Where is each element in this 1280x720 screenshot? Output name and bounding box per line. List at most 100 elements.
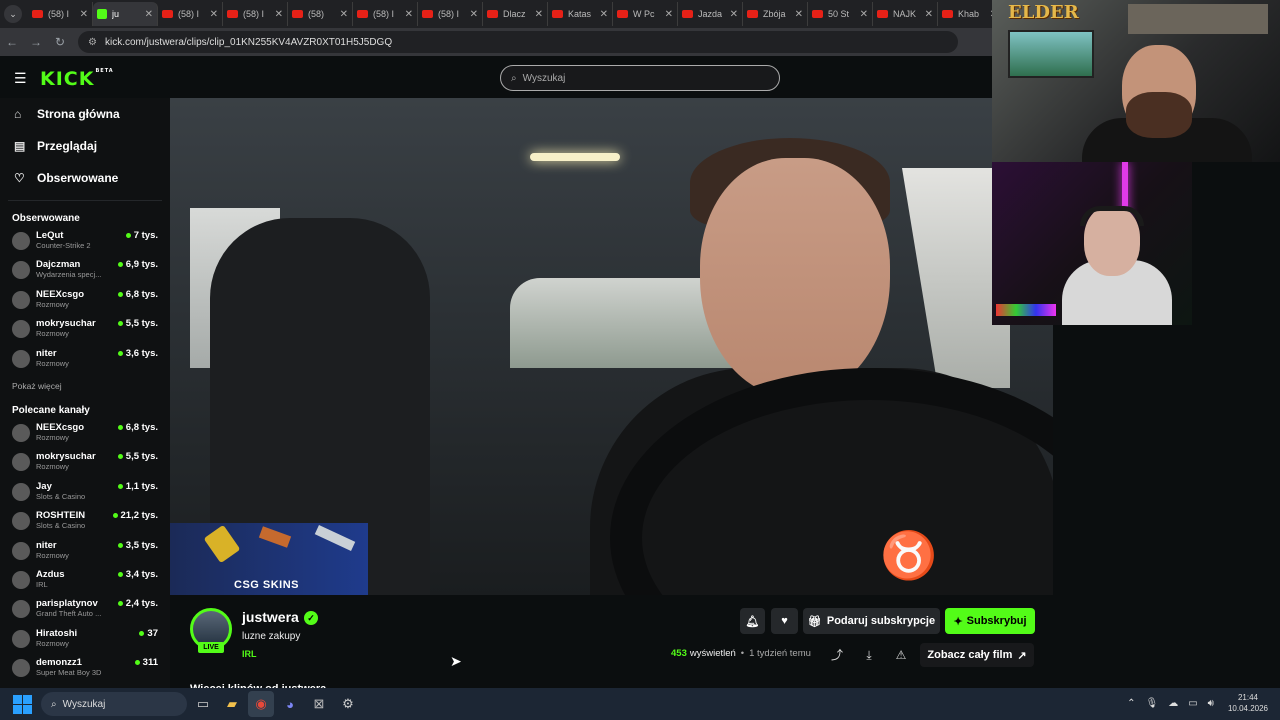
show-more-link[interactable]: Pokaż więcej bbox=[0, 375, 170, 401]
close-icon[interactable]: ✕ bbox=[80, 9, 88, 20]
viewer-count: 311 bbox=[134, 657, 158, 668]
browser-tab[interactable]: (58) I ✕ bbox=[158, 2, 223, 26]
followed-list: LeQut Counter-Strike 2 7 tys. Dajczman Wydar… bbox=[0, 228, 170, 375]
channel-name: Jay bbox=[36, 480, 52, 492]
viewer-count-text: 5,5 tys. bbox=[125, 318, 158, 330]
close-icon[interactable]: ✕ bbox=[275, 9, 283, 20]
video-player[interactable]: ♉ bbox=[170, 98, 1053, 595]
browser-tab[interactable]: (58) I ✕ bbox=[353, 2, 418, 26]
ceiling-light bbox=[530, 153, 620, 161]
browser-tab[interactable]: (58) I ✕ bbox=[418, 2, 483, 26]
search-input[interactable]: ⌕ Wyszukaj bbox=[500, 65, 780, 91]
monitor-icon[interactable]: ▭ bbox=[1188, 698, 1197, 709]
channel-info: niter Rozmowy bbox=[36, 540, 118, 560]
channel-name: mokrysuchar bbox=[36, 451, 96, 463]
clock[interactable]: 21:44 10.04.2026 bbox=[1228, 692, 1268, 714]
close-icon[interactable]: ✕ bbox=[600, 9, 608, 20]
close-icon[interactable]: ✕ bbox=[730, 9, 738, 20]
tab-title: (58) I bbox=[48, 9, 70, 19]
cloud-icon[interactable]: ☁ bbox=[1168, 698, 1178, 709]
url-bar[interactable]: ⚙ kick.com/justwera/clips/clip_01KN255KV… bbox=[78, 31, 958, 53]
watch-full-video-button[interactable]: Zobacz cały film ↗ bbox=[920, 643, 1034, 667]
channel-item[interactable]: Dajczman Wydarzenia specj... 6,9 tys. bbox=[0, 257, 170, 286]
xbox-icon[interactable]: ⊠ bbox=[306, 691, 332, 717]
tab-search-dropdown-icon[interactable]: ⌄ bbox=[4, 5, 22, 23]
close-icon[interactable]: ✕ bbox=[145, 9, 153, 20]
browser-tab[interactable]: NAJK ✕ bbox=[873, 2, 938, 26]
tab-title: Zbója bbox=[763, 9, 786, 19]
notification-button[interactable]: 🔔︎ bbox=[740, 608, 765, 634]
download-icon[interactable]: ⤓ bbox=[859, 645, 879, 665]
discord-icon[interactable]: ◕ bbox=[277, 691, 303, 717]
close-icon[interactable]: ✕ bbox=[470, 9, 478, 20]
kick-logo[interactable]: KICKBETA bbox=[40, 68, 114, 90]
channel-item[interactable]: demonzz1 Super Meat Boy 3D 311 bbox=[0, 655, 170, 684]
app-icon[interactable]: ⚙ bbox=[335, 691, 361, 717]
recommended-heading: Polecane kanały bbox=[12, 404, 90, 416]
back-icon[interactable]: ← bbox=[0, 35, 24, 49]
channel-item[interactable]: NEEXcsgo Rozmowy 6,8 tys. bbox=[0, 420, 170, 449]
channel-item[interactable]: parisplatynov Grand Theft Auto ... 2,4 tys… bbox=[0, 596, 170, 625]
close-icon[interactable]: ✕ bbox=[535, 9, 543, 20]
close-icon[interactable]: ✕ bbox=[340, 9, 348, 20]
task-view-icon[interactable]: ▭ bbox=[190, 691, 216, 717]
site-info-icon[interactable]: ⚙ bbox=[88, 37, 97, 48]
browser-tab[interactable]: (58) I ✕ bbox=[28, 2, 93, 26]
channel-item[interactable]: Jay Slots & Casino 1,1 tys. bbox=[0, 479, 170, 508]
gift-subs-button[interactable]: 🎁︎ Podaruj subskrypcje bbox=[803, 608, 940, 634]
browser-tab[interactable]: 50 St ✕ bbox=[808, 2, 873, 26]
browser-tab[interactable]: Katas ✕ bbox=[548, 2, 613, 26]
follow-button[interactable]: ♥ bbox=[771, 608, 798, 634]
chrome-icon[interactable]: ◉ bbox=[248, 691, 274, 717]
file-explorer-icon[interactable]: ▰ bbox=[219, 691, 245, 717]
channel-category: Slots & Casino bbox=[36, 491, 86, 501]
close-icon[interactable]: ✕ bbox=[405, 9, 413, 20]
channel-item[interactable]: mokrysuchar Rozmowy 5,5 tys. bbox=[0, 449, 170, 478]
nav-browse[interactable]: ▤ Przeglądaj bbox=[0, 130, 170, 162]
channel-name[interactable]: justwera bbox=[242, 609, 299, 625]
volume-icon[interactable]: 🔊︎ bbox=[1208, 698, 1214, 709]
clip-category[interactable]: IRL bbox=[242, 649, 257, 659]
menu-icon[interactable]: ☰ bbox=[14, 70, 27, 87]
channel-item[interactable]: LeQut Counter-Strike 2 7 tys. bbox=[0, 228, 170, 257]
close-icon[interactable]: ✕ bbox=[210, 9, 218, 20]
live-dot-icon bbox=[139, 630, 145, 636]
logo-text: KICK bbox=[40, 68, 95, 90]
youtube-icon bbox=[487, 10, 498, 18]
viewer-count: 3,6 tys. bbox=[117, 348, 158, 359]
channel-item[interactable]: niter Rozmowy 3,5 tys. bbox=[0, 538, 170, 567]
close-icon[interactable]: ✕ bbox=[795, 9, 803, 20]
youtube-icon bbox=[357, 10, 368, 18]
browser-tab[interactable]: (58) ✕ bbox=[288, 2, 353, 26]
close-icon[interactable]: ✕ bbox=[860, 9, 868, 20]
browser-tab[interactable]: (58) I ✕ bbox=[223, 2, 288, 26]
channel-item[interactable]: NEEXcsgo Rozmowy 6,8 tys. bbox=[0, 287, 170, 316]
browser-tab[interactable]: Jazda ✕ bbox=[678, 2, 743, 26]
close-icon[interactable]: ✕ bbox=[665, 9, 673, 20]
streamer-beard bbox=[1126, 92, 1192, 138]
share-icon[interactable]: ⤴ bbox=[827, 645, 847, 665]
forward-icon[interactable]: → bbox=[24, 35, 48, 49]
nav-home[interactable]: ⌂ Strona główna bbox=[0, 98, 170, 130]
promo-banner[interactable]: CSG SKINS bbox=[170, 523, 368, 595]
channel-item[interactable]: niter Rozmowy 3,6 tys. bbox=[0, 346, 170, 375]
reload-icon[interactable]: ↻ bbox=[48, 35, 72, 49]
close-icon[interactable]: ✕ bbox=[925, 9, 933, 20]
channel-item[interactable]: mokrysuchar Rozmowy 5,5 tys. bbox=[0, 316, 170, 345]
microphone-icon[interactable]: 🎙︎ bbox=[1145, 698, 1158, 709]
subscribe-button[interactable]: ✦ Subskrybuj bbox=[945, 608, 1035, 634]
taskbar-search[interactable]: ⌕ Wyszukaj bbox=[41, 692, 187, 716]
browser-tab[interactable]: W Pc ✕ bbox=[613, 2, 678, 26]
browser-tab[interactable]: Dlacz ✕ bbox=[483, 2, 548, 26]
chevron-up-icon[interactable]: ⌃ bbox=[1127, 698, 1135, 709]
browser-tab[interactable]: Zbója ✕ bbox=[743, 2, 808, 26]
youtube-icon bbox=[292, 10, 303, 18]
channel-item[interactable]: Hiratoshi Rozmowy 37 bbox=[0, 626, 170, 655]
windows-start-icon[interactable] bbox=[9, 693, 35, 715]
channel-item[interactable]: ROSHTEIN Slots & Casino 21,2 tys. bbox=[0, 508, 170, 537]
channel-item[interactable]: Azdus IRL 3,4 tys. bbox=[0, 567, 170, 596]
nav-following[interactable]: ♡ Obserwowane bbox=[0, 162, 170, 194]
search-icon: ⌕ bbox=[511, 72, 517, 84]
report-icon[interactable]: ⚠ bbox=[891, 645, 911, 665]
browser-tab[interactable]: ju ✕ bbox=[93, 2, 158, 26]
